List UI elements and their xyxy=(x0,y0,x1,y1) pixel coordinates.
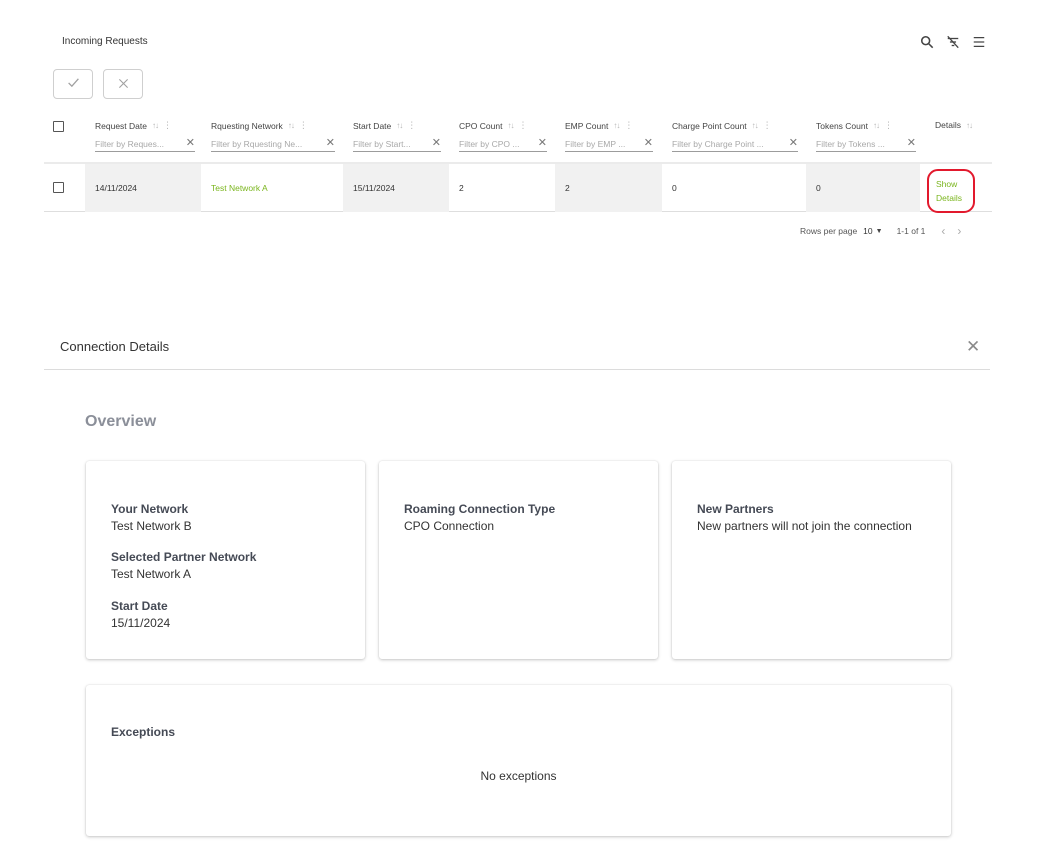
column-menu-icon[interactable]: ⋮ xyxy=(624,120,633,131)
column-header[interactable]: Details ↑↓ xyxy=(935,120,973,130)
cell-requesting-network[interactable]: Test Network A xyxy=(201,164,343,212)
sort-icon[interactable]: ↑↓ xyxy=(507,121,514,130)
incoming-requests-title: Incoming Requests xyxy=(62,36,148,47)
close-icon xyxy=(118,76,129,92)
cell-charge-point-count: 0 xyxy=(672,183,677,193)
caret-down-icon[interactable]: ▼ xyxy=(876,228,883,235)
clear-filter-icon[interactable]: ✕ xyxy=(326,138,335,149)
pagination: Rows per page 10 ▼ 1-1 of 1 ‹ › xyxy=(800,224,961,238)
column-header[interactable]: Start Date ↑↓ ⋮ xyxy=(353,120,416,131)
search-icon[interactable] xyxy=(918,33,936,51)
column-menu-icon[interactable]: ⋮ xyxy=(763,120,772,131)
column-header[interactable]: Request Date ↑↓ ⋮ xyxy=(95,120,172,131)
filter-off-icon[interactable] xyxy=(944,33,962,51)
column-header[interactable]: CPO Count ↑↓ ⋮ xyxy=(459,120,527,131)
connection-details-header: Connection Details ✕ xyxy=(44,333,990,370)
clear-filter-icon[interactable]: ✕ xyxy=(789,138,798,149)
filter-requesting-network[interactable]: Filter by Rquesting Ne... ✕ xyxy=(211,136,335,152)
column-menu-icon[interactable]: ⋮ xyxy=(299,120,308,131)
cell-start-date: 15/11/2024 xyxy=(343,164,449,212)
sort-icon[interactable]: ↑↓ xyxy=(966,121,973,130)
show-details-link[interactable]: Show Details xyxy=(927,169,975,213)
new-partners-card: New Partners New partners will not join … xyxy=(672,461,951,659)
chevron-right-icon[interactable]: › xyxy=(957,224,961,238)
clear-filter-icon[interactable]: ✕ xyxy=(186,138,195,149)
rows-per-page-label: Rows per page xyxy=(800,226,858,236)
approve-button[interactable] xyxy=(53,69,93,99)
column-menu-icon[interactable]: ⋮ xyxy=(884,120,893,131)
filter-start-date[interactable]: Filter by Start... ✕ xyxy=(353,136,441,152)
cell-tokens-count: 0 xyxy=(806,164,920,212)
column-menu-icon[interactable]: ⋮ xyxy=(407,120,416,131)
clear-filter-icon[interactable]: ✕ xyxy=(538,138,547,149)
chevron-left-icon[interactable]: ‹ xyxy=(941,224,945,238)
rows-per-page-select[interactable]: 10 xyxy=(863,226,872,236)
cell-cpo-count: 2 xyxy=(459,183,464,193)
filter-charge-point-count[interactable]: Filter by Charge Point ... ✕ xyxy=(672,136,798,152)
sort-icon[interactable]: ↑↓ xyxy=(873,121,880,130)
table-row[interactable]: 14/11/2024 Test Network A 15/11/2024 2 2… xyxy=(44,162,992,213)
cell-emp-count: 2 xyxy=(555,164,662,212)
requests-table: Request Date ↑↓ ⋮ Filter by Reques... ✕ Rqu… xyxy=(44,112,992,213)
sort-icon[interactable]: ↑↓ xyxy=(152,121,159,130)
page-range: 1-1 of 1 xyxy=(896,226,926,236)
clear-filter-icon[interactable]: ✕ xyxy=(907,138,916,149)
column-header[interactable]: Rquesting Network ↑↓ ⋮ xyxy=(211,120,308,131)
filter-emp-count[interactable]: Filter by EMP ... ✕ xyxy=(565,136,653,152)
overview-heading: Overview xyxy=(85,413,157,430)
sort-icon[interactable]: ↑↓ xyxy=(613,121,620,130)
filter-cpo-count[interactable]: Filter by CPO ... ✕ xyxy=(459,136,547,152)
exceptions-empty-message: No exceptions xyxy=(480,769,557,783)
start-date-field: Start Date 15/11/2024 xyxy=(111,599,171,630)
column-header[interactable]: EMP Count ↑↓ ⋮ xyxy=(565,120,633,131)
connection-details-title: Connection Details xyxy=(60,339,170,354)
network-card: Your Network Test Network B Selected Par… xyxy=(86,461,365,659)
sort-icon[interactable]: ↑↓ xyxy=(752,121,759,130)
column-header[interactable]: Tokens Count ↑↓ ⋮ xyxy=(816,120,893,131)
connection-type-card: Roaming Connection Type CPO Connection xyxy=(379,461,658,659)
filter-tokens-count[interactable]: Filter by Tokens ... ✕ xyxy=(816,136,916,152)
close-icon[interactable]: ✕ xyxy=(966,338,980,355)
column-header[interactable]: Charge Point Count ↑↓ ⋮ xyxy=(672,120,772,131)
menu-icon[interactable] xyxy=(970,33,988,51)
column-menu-icon[interactable]: ⋮ xyxy=(518,120,527,131)
row-checkbox[interactable] xyxy=(53,182,64,193)
connection-type-field: Roaming Connection Type CPO Connection xyxy=(404,502,556,533)
reject-button[interactable] xyxy=(103,69,143,99)
partner-network-field: Selected Partner Network Test Network A xyxy=(111,550,257,581)
your-network-field: Your Network Test Network B xyxy=(111,502,192,533)
sort-icon[interactable]: ↑↓ xyxy=(288,121,295,130)
column-menu-icon[interactable]: ⋮ xyxy=(163,120,172,131)
table-header: Request Date ↑↓ ⋮ Filter by Reques... ✕ Rqu… xyxy=(44,112,992,162)
check-icon xyxy=(67,76,80,92)
sort-icon[interactable]: ↑↓ xyxy=(396,121,403,130)
clear-filter-icon[interactable]: ✕ xyxy=(432,138,441,149)
exceptions-card: Exceptions No exceptions xyxy=(86,685,951,836)
cell-request-date: 14/11/2024 xyxy=(85,164,201,212)
new-partners-field: New Partners New partners will not join … xyxy=(697,502,912,533)
exceptions-title: Exceptions xyxy=(111,725,176,739)
table-toolbar xyxy=(918,33,988,51)
filter-request-date[interactable]: Filter by Reques... ✕ xyxy=(95,136,195,152)
select-all-checkbox[interactable] xyxy=(53,121,64,132)
clear-filter-icon[interactable]: ✕ xyxy=(644,138,653,149)
